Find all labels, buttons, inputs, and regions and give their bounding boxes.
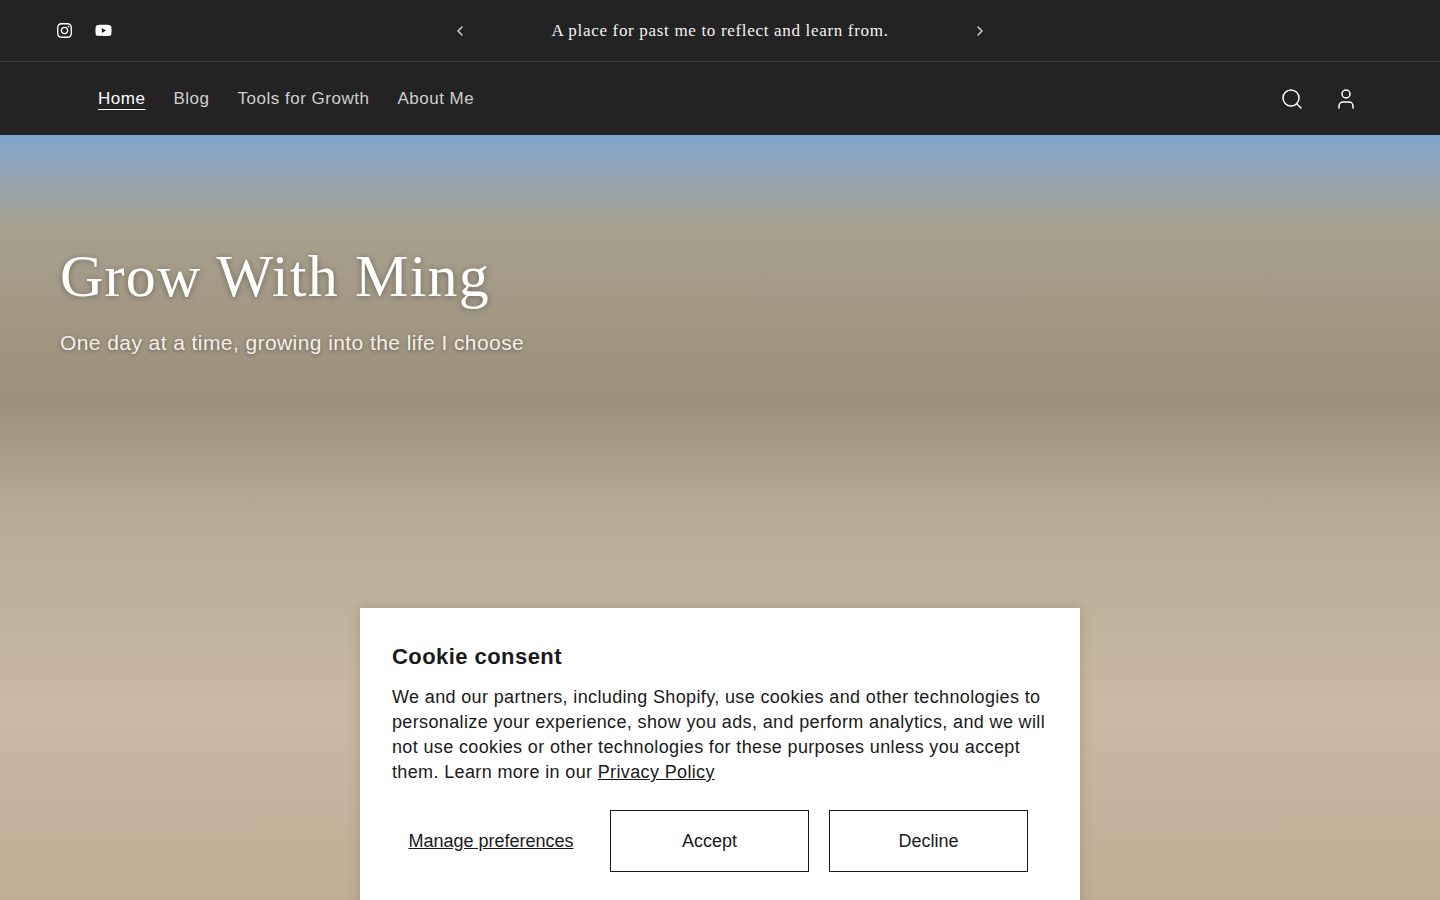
cookie-consent-dialog: Cookie consent We and our partners, inclu… <box>360 608 1080 900</box>
cookie-body: We and our partners, including Shopify, … <box>392 685 1048 785</box>
cookie-button[interactable]: Decline <box>829 810 1028 872</box>
account-icon[interactable] <box>1334 87 1358 111</box>
instagram-icon[interactable] <box>56 22 73 39</box>
cookie-button[interactable]: Accept <box>610 810 809 872</box>
header-nav: HomeBlogTools for GrowthAbout Me <box>0 62 1440 135</box>
privacy-policy-link[interactable]: Privacy Policy <box>598 762 715 782</box>
hero-subtitle: One day at a time, growing into the life… <box>60 327 1440 359</box>
nav-item[interactable]: Home <box>84 78 159 120</box>
search-icon[interactable] <box>1280 87 1304 111</box>
main-menu: HomeBlogTools for GrowthAbout Me <box>84 78 488 120</box>
announcement-text: A place for past me to reflect and learn… <box>468 18 972 44</box>
previous-announcement-icon[interactable] <box>452 23 468 39</box>
page: A place for past me to reflect and learn… <box>0 0 1440 900</box>
hero-title: Grow With Ming <box>60 243 1440 309</box>
nav-item[interactable]: Tools for Growth <box>223 78 383 120</box>
youtube-icon[interactable] <box>95 22 112 39</box>
manage-preferences-link[interactable]: Manage preferences <box>392 830 590 852</box>
social-links <box>56 22 356 39</box>
cookie-title: Cookie consent <box>392 640 1048 673</box>
nav-item[interactable]: Blog <box>159 78 223 120</box>
announcement-bar: A place for past me to reflect and learn… <box>0 0 1440 62</box>
nav-item[interactable]: About Me <box>383 78 488 120</box>
next-announcement-icon[interactable] <box>972 23 988 39</box>
